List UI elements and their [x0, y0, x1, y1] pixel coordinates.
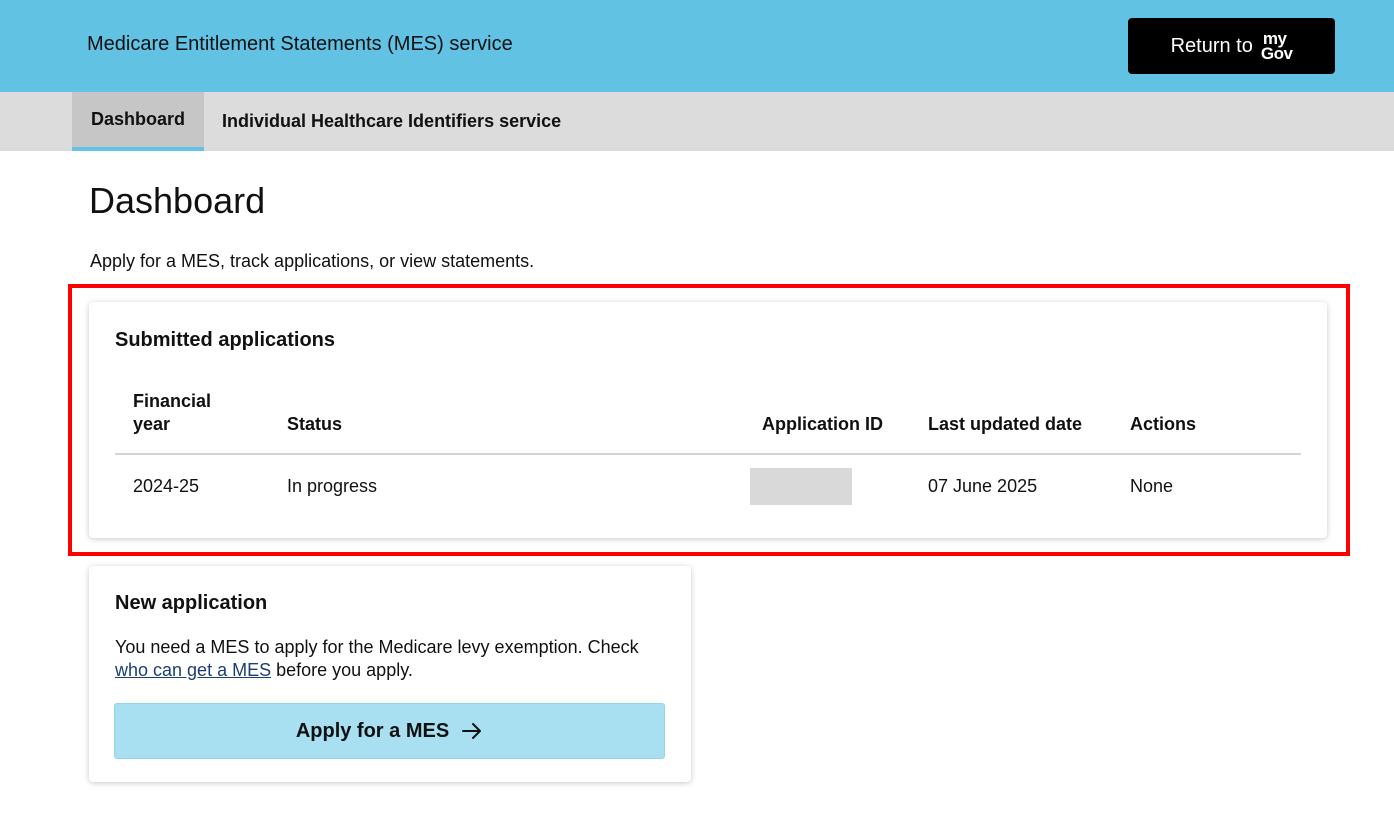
service-title: Medicare Entitlement Statements (MES) se…	[87, 33, 513, 55]
apply-for-mes-label: Apply for a MES	[295, 719, 450, 742]
new-application-text-after: before you apply.	[276, 660, 413, 680]
return-to-label: Return to	[1170, 34, 1253, 57]
new-application-card: New application You need a MES to apply …	[89, 566, 691, 782]
who-can-get-mes-link[interactable]: who can get a MES	[115, 660, 271, 680]
tab-dashboard[interactable]: Dashboard	[72, 92, 204, 151]
arrow-right-icon	[461, 722, 483, 740]
app-header: Medicare Entitlement Statements (MES) se…	[0, 0, 1394, 92]
page-intro: Apply for a MES, track applications, or …	[90, 251, 535, 271]
tab-dashboard-label: Dashboard	[90, 109, 186, 129]
new-application-heading: New application	[115, 592, 268, 614]
main-nav: Dashboard Individual Healthcare Identifi…	[0, 92, 1394, 151]
tab-individual-healthcare-identifiers[interactable]: Individual Healthcare Identifiers servic…	[222, 92, 561, 151]
highlight-box	[68, 284, 1350, 556]
new-application-description: You need a MES to apply for the Medicare…	[115, 636, 675, 682]
return-to-mygov-button[interactable]: Return to my Gov	[1128, 18, 1335, 74]
tab-ihi-label: Individual Healthcare Identifiers servic…	[222, 111, 562, 131]
new-application-text-before: You need a MES to apply for the Medicare…	[115, 637, 639, 657]
page-title: Dashboard	[89, 180, 266, 221]
mygov-logo-gov: Gov	[1260, 44, 1293, 63]
apply-for-mes-button[interactable]: Apply for a MES	[114, 703, 665, 759]
mygov-logo: my Gov	[1260, 30, 1293, 63]
